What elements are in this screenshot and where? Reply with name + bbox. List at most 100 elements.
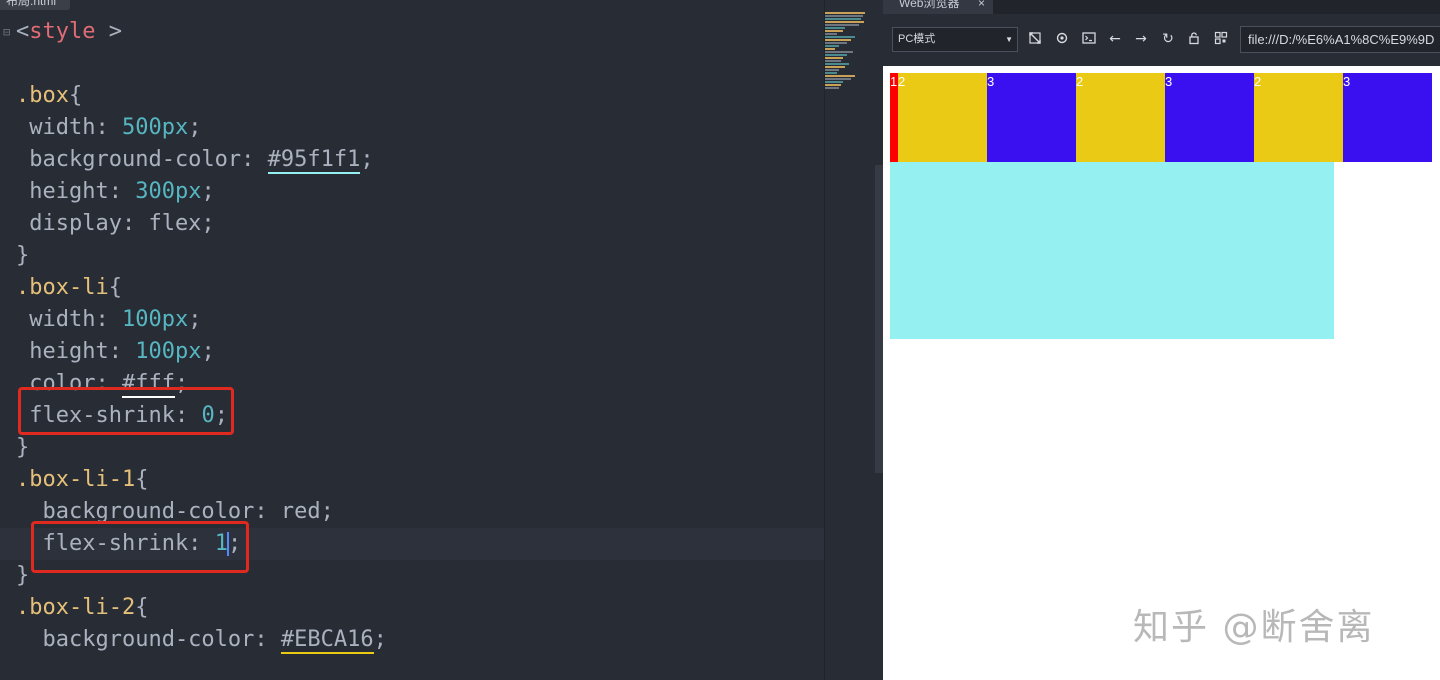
minimap-line	[825, 84, 841, 86]
code-token: 100px	[135, 339, 202, 364]
minimap-line	[825, 72, 837, 74]
flex-item-label: 2	[1254, 74, 1262, 89]
flex-item-6: 2	[1254, 73, 1343, 162]
code-line[interactable]: width: 500px;	[0, 112, 825, 144]
minimap-line	[825, 57, 843, 59]
minimap-line	[825, 45, 839, 47]
code-token: width:	[16, 307, 122, 332]
lock-icon[interactable]	[1186, 31, 1202, 47]
code-line[interactable]: }	[0, 432, 825, 464]
minimap-line	[825, 69, 839, 71]
settings-icon[interactable]	[1054, 31, 1070, 47]
minimap-line	[825, 51, 853, 53]
code-token: width:	[16, 115, 122, 140]
code-token: <	[16, 19, 30, 44]
code-token: display: flex;	[16, 211, 215, 236]
minimap-line	[825, 78, 851, 80]
code-token: style	[29, 19, 96, 44]
mode-select[interactable]: PC模式 ▼	[892, 27, 1018, 52]
browser-page-viewport[interactable]: 1232323 知乎 @断舍离	[883, 66, 1440, 680]
code-token: >	[95, 19, 122, 44]
code-token: 300px	[135, 179, 202, 204]
editor-file-tab[interactable]: 布局.html	[0, 0, 71, 10]
code-token: ;	[201, 179, 215, 204]
browser-tab-bar: Web浏览器 ×	[883, 0, 1440, 14]
code-token: ;	[373, 627, 387, 652]
minimap-line	[825, 12, 865, 14]
code-line[interactable]: height: 300px;	[0, 176, 825, 208]
browser-tab[interactable]: Web浏览器 ×	[883, 0, 993, 14]
chevron-down-icon: ▼	[1005, 35, 1013, 44]
code-token: {	[68, 83, 83, 108]
minimap-line	[825, 87, 839, 89]
code-line[interactable]: background-color: #95f1f1;	[0, 144, 825, 176]
flex-box-background	[890, 162, 1334, 339]
minimap-line	[825, 81, 843, 83]
code-line[interactable]: height: 100px;	[0, 336, 825, 368]
code-line[interactable]: .box-li{	[0, 272, 825, 304]
annotation-box-flex-shrink-0	[18, 387, 234, 435]
code-token: 100px	[121, 307, 189, 332]
minimap-line	[825, 63, 849, 65]
code-token: .box-li-2	[16, 595, 136, 620]
code-token: #EBCA16	[280, 627, 374, 654]
code-token: }	[16, 435, 30, 460]
code-line[interactable]: .box-li-2{	[0, 592, 825, 624]
flex-item-label: 1	[890, 74, 898, 89]
minimap-line	[825, 30, 843, 32]
flex-item-4: 2	[1076, 73, 1165, 162]
minimap-line	[825, 75, 855, 77]
back-arrow-icon[interactable]: ←	[1107, 31, 1123, 47]
flex-item-label: 3	[987, 74, 995, 89]
minimap-line	[825, 48, 835, 50]
code-editor[interactable]: 布局.html ⊟ <style > .box{ width: 500px; bac…	[0, 0, 883, 680]
code-line[interactable]	[0, 48, 825, 80]
code-token: background-color:	[16, 627, 281, 652]
code-line[interactable]: .box{	[0, 80, 825, 112]
minimap-line	[825, 54, 847, 56]
qrcode-icon[interactable]	[1213, 31, 1229, 47]
url-input[interactable]: file:///D:/%E6%A1%8C%E9%9D	[1240, 26, 1440, 53]
code-line[interactable]: ⊟ <style >	[0, 16, 825, 48]
code-token: #95f1f1	[267, 147, 361, 174]
code-line[interactable]: background-color: #EBCA16;	[0, 624, 825, 656]
close-icon[interactable]: ×	[978, 0, 985, 12]
mode-select-value: PC模式	[898, 33, 936, 45]
minimap-line	[825, 21, 864, 23]
code-token: {	[135, 595, 149, 620]
flex-item-2: 2	[898, 73, 987, 162]
flex-item-label: 3	[1343, 74, 1351, 89]
code-token: {	[108, 275, 122, 300]
flex-item-label: 2	[898, 74, 906, 89]
code-line[interactable]: }	[0, 240, 825, 272]
minimap-line	[825, 15, 863, 17]
minimap-line	[825, 27, 845, 29]
minimap-line	[825, 33, 837, 35]
minimap-line	[825, 24, 859, 26]
flex-item-3: 3	[987, 73, 1076, 162]
code-token: .box-li	[16, 275, 109, 300]
annotation-box-flex-shrink-1	[31, 521, 249, 573]
fold-icon[interactable]: ⊟	[3, 16, 10, 48]
browser-tab-title: Web浏览器	[899, 0, 960, 10]
code-line[interactable]: .box-li-1{	[0, 464, 825, 496]
minimap-line	[825, 42, 847, 44]
flex-item-5: 3	[1165, 73, 1254, 162]
code-token: }	[16, 243, 30, 268]
code-token: 500px	[121, 115, 189, 140]
screenshot-icon[interactable]	[1027, 31, 1043, 47]
flex-item-label: 2	[1076, 74, 1084, 89]
editor-scrollbar[interactable]	[875, 165, 883, 473]
minimap-line	[825, 18, 861, 20]
code-token: .box	[16, 83, 69, 108]
code-line[interactable]: width: 100px;	[0, 304, 825, 336]
editor-minimap[interactable]	[825, 12, 875, 132]
refresh-icon[interactable]: ↻	[1160, 31, 1176, 47]
code-line[interactable]: display: flex;	[0, 208, 825, 240]
terminal-icon[interactable]	[1081, 31, 1097, 47]
code-token: }	[16, 563, 30, 588]
code-token: ;	[188, 115, 202, 140]
forward-arrow-icon[interactable]: →	[1133, 31, 1149, 47]
code-token: ;	[188, 307, 202, 332]
code-token: height:	[16, 339, 136, 364]
